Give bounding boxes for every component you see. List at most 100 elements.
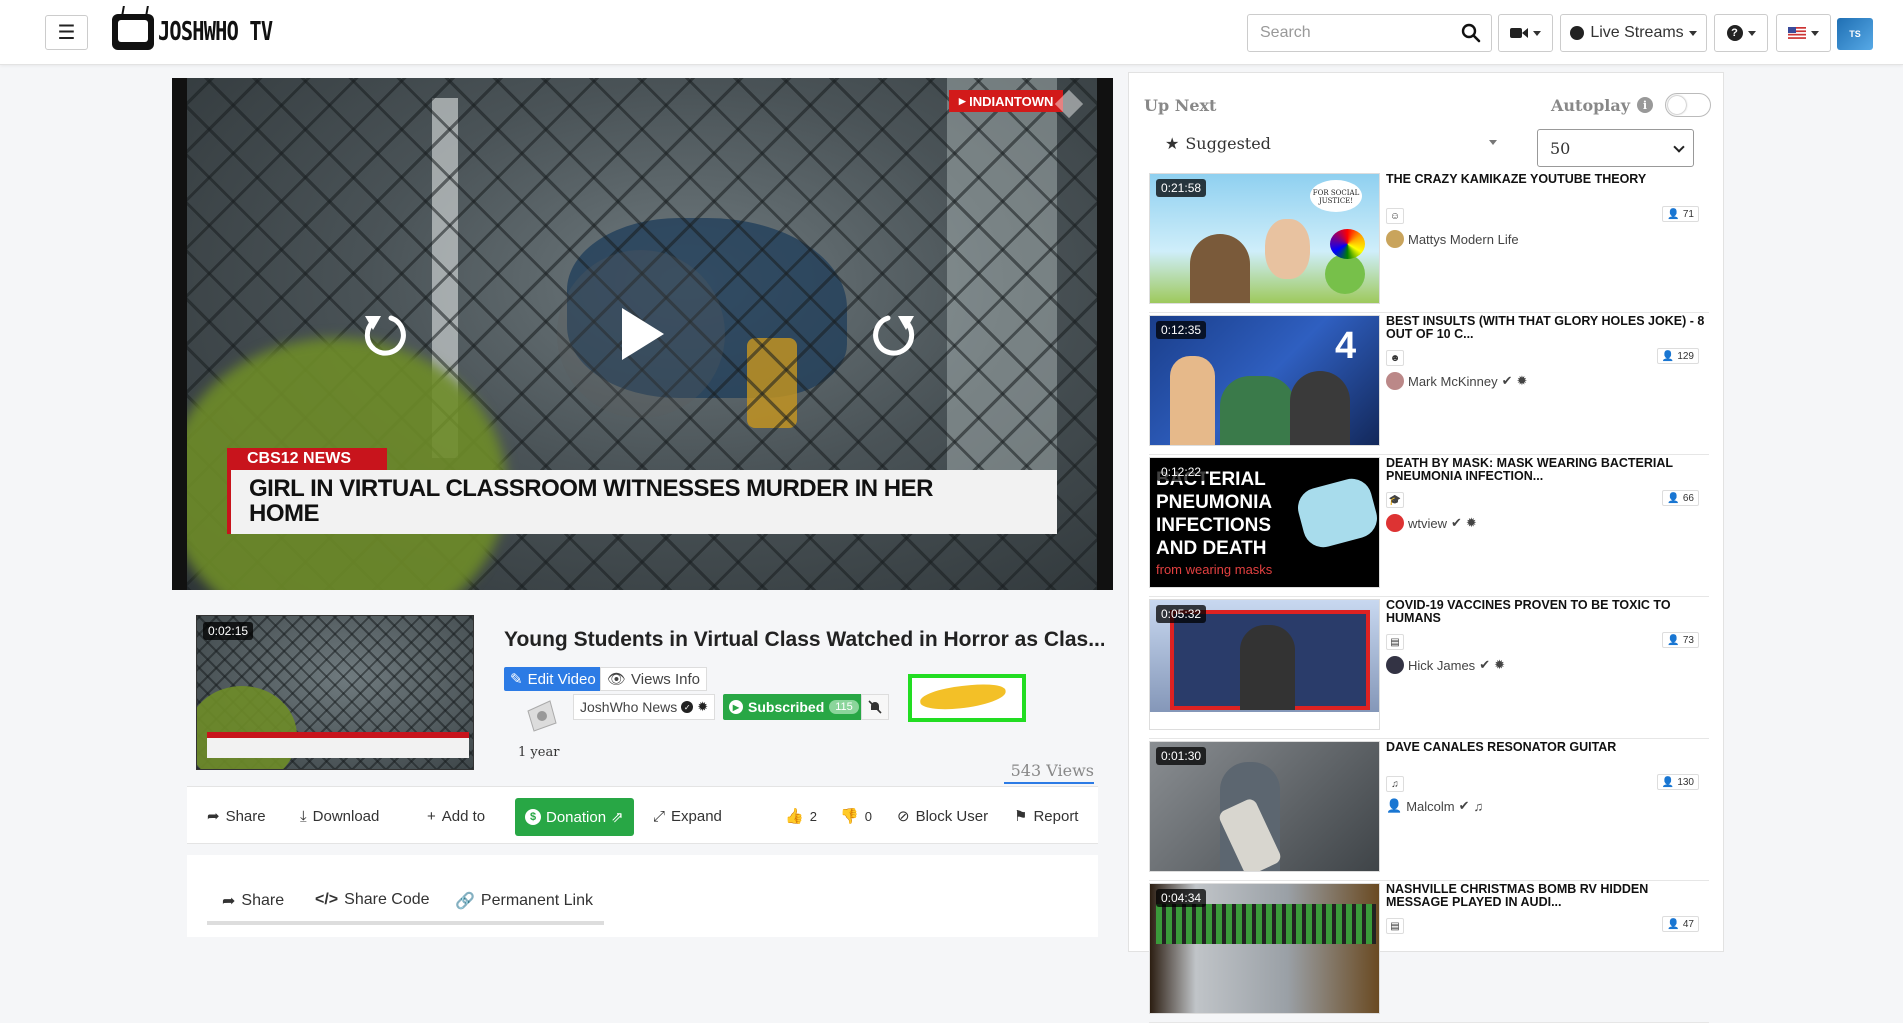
like-button[interactable]: 👍 2	[785, 787, 817, 845]
user-icon: 👤	[1661, 350, 1675, 362]
menu-button[interactable]: ☰	[45, 15, 88, 50]
view-count-badge: 👤 66	[1662, 490, 1699, 506]
user-icon: 👤	[1661, 776, 1675, 788]
author-avatar	[1386, 514, 1404, 532]
list-item[interactable]: BACTERIAL PNEUMONIA INFECTIONS AND DEATH…	[1149, 457, 1709, 597]
item-title[interactable]: THE CRAZY KAMIKAZE YOUTUBE THEORY	[1386, 173, 1706, 186]
item-title[interactable]: DEATH BY MASK: MASK WEARING BACTERIAL PN…	[1386, 457, 1706, 483]
author-avatar	[1386, 230, 1404, 248]
item-title[interactable]: COVID-19 VACCINES PROVEN TO BE TOXIC TO …	[1386, 599, 1706, 625]
chevron-down-icon[interactable]	[1489, 140, 1497, 145]
duration-badge: 0:04:34	[1156, 889, 1207, 907]
tv-logo-icon	[112, 14, 154, 50]
video-title: Young Students in Virtual Class Watched …	[504, 628, 1104, 651]
channel-logo[interactable]	[520, 697, 562, 735]
badge-icon: ✹	[697, 699, 709, 714]
add-to-button[interactable]: + Add to	[427, 787, 485, 845]
language-button[interactable]	[1776, 14, 1831, 52]
download-button[interactable]: ⤓ Download	[300, 787, 379, 845]
tab-underline	[207, 921, 604, 925]
item-author[interactable]: Hick James ✔ ✹	[1386, 656, 1505, 674]
news-headline: GIRL IN VIRTUAL CLASSROOM WITNESSES MURD…	[249, 475, 933, 527]
tab-permanent-link[interactable]: 🔗 Permanent Link	[455, 891, 593, 911]
view-count[interactable]: 543 Views	[1004, 761, 1094, 784]
video-thumbnail[interactable]: 0:04:34	[1149, 883, 1380, 1014]
user-icon: 👤	[1667, 634, 1680, 646]
video-thumbnail[interactable]: 0:01:30	[1149, 741, 1380, 872]
edit-video-button[interactable]: ✎ Edit Video	[504, 667, 602, 691]
link-icon: 🔗	[455, 893, 475, 910]
block-user-button[interactable]: ⊘ Block User	[897, 787, 988, 845]
verified-icon: ✔	[1479, 657, 1491, 672]
video-thumbnail[interactable]: 0:02:15	[196, 615, 474, 770]
view-count-badge: 👤 129	[1656, 348, 1699, 364]
verified-icon: ✔	[1451, 515, 1462, 530]
subscribed-button[interactable]: ▶ Subscribed 115	[723, 694, 865, 720]
search-icon[interactable]	[1461, 23, 1481, 43]
list-item[interactable]: 0:04:34 NASHVILLE CHRISTMAS BOMB RV HIDD…	[1149, 883, 1709, 1023]
eye-icon: 👁	[607, 671, 627, 688]
tab-share-code[interactable]: </> Share Code	[315, 891, 430, 909]
thumb-subtext: from wearing masks	[1156, 562, 1273, 577]
view-count-badge: 👤 47	[1662, 916, 1699, 932]
expand-button[interactable]: ⤢ Expand	[653, 787, 722, 845]
play-button[interactable]	[557, 250, 725, 418]
duration-badge: 0:01:30	[1156, 747, 1207, 765]
sort-dropdown[interactable]: ★ Suggested	[1165, 134, 1271, 153]
item-author[interactable]: Mark McKinney ✔ ✹	[1386, 372, 1527, 390]
search-input[interactable]	[1260, 24, 1450, 42]
download-icon: ⤓	[300, 807, 307, 825]
video-player[interactable]: ▸ INDIANTOWN CBS12 NEWS GIRL IN VIRTUAL …	[172, 78, 1113, 590]
item-title[interactable]: NASHVILLE CHRISTMAS BOMB RV HIDDEN MESSA…	[1386, 883, 1706, 909]
play-icon	[622, 308, 664, 360]
notification-toggle[interactable]	[861, 694, 889, 720]
video-thumbnail[interactable]: 4 0:12:35	[1149, 315, 1380, 446]
item-author[interactable]: Mattys Modern Life	[1386, 230, 1519, 248]
user-icon: 👤	[1667, 918, 1680, 930]
search-box	[1247, 14, 1492, 52]
video-camera-icon	[1510, 28, 1528, 38]
us-flag-icon	[1788, 27, 1806, 39]
live-streams-label: Live Streams	[1590, 24, 1684, 41]
navbar: ☰ JOSHWHO TV Live Streams ? TS	[0, 0, 1903, 65]
list-item[interactable]: 0:01:30 DAVE CANALES RESONATOR GUITAR ♫ …	[1149, 741, 1709, 881]
user-icon: 👤	[1667, 492, 1680, 504]
news-brand: CBS12 NEWS	[227, 448, 387, 470]
item-author[interactable]: 👤 Malcolm ✔ ♫	[1386, 798, 1483, 814]
music-icon: ♫	[1473, 798, 1484, 814]
user-avatar[interactable]: TS	[1837, 18, 1873, 50]
live-streams-button[interactable]: Live Streams	[1560, 14, 1707, 52]
list-item[interactable]: FOR SOCIAL JUSTICE! 0:21:58 THE CRAZY KA…	[1149, 173, 1709, 313]
forward-icon[interactable]	[868, 306, 924, 362]
views-info-button[interactable]: 👁 Views Info	[600, 667, 707, 691]
duration-badge: 0:02:15	[203, 622, 254, 640]
report-button[interactable]: ⚑ Report	[1014, 787, 1078, 845]
view-count-badge: 👤 71	[1662, 206, 1699, 222]
item-title[interactable]: BEST INSULTS (WITH THAT GLORY HOLES JOKE…	[1386, 315, 1706, 341]
list-item[interactable]: 4 0:12:35 BEST INSULTS (WITH THAT GLORY …	[1149, 315, 1709, 455]
subscriber-count: 115	[829, 700, 859, 714]
help-button[interactable]: ?	[1714, 14, 1768, 52]
video-thumbnail[interactable]: BACTERIAL PNEUMONIA INFECTIONS AND DEATH…	[1149, 457, 1380, 588]
user-icon: 👤	[1667, 208, 1680, 220]
donation-button[interactable]: $ Donation ⇗	[515, 798, 634, 836]
tab-share[interactable]: ➦ Share	[222, 891, 284, 911]
upload-age: 1 year	[518, 745, 560, 760]
video-thumbnail[interactable]: 0:05:32	[1149, 599, 1380, 730]
rewind-icon[interactable]	[355, 306, 411, 362]
up-next-heading: Up Next	[1144, 96, 1217, 115]
dislike-button[interactable]: 👎 0	[840, 787, 872, 845]
video-thumbnail[interactable]: FOR SOCIAL JUSTICE! 0:21:58	[1149, 173, 1380, 304]
share-button[interactable]: ➦ Share	[207, 787, 266, 845]
video-menu-button[interactable]	[1498, 14, 1553, 52]
badge-icon: ✹	[1494, 657, 1505, 672]
site-logo[interactable]: JOSHWHO TV	[112, 8, 305, 56]
channel-name[interactable]: JoshWho News ✓ ✹	[573, 694, 716, 720]
list-item[interactable]: 0:05:32 COVID-19 VACCINES PROVEN TO BE T…	[1149, 599, 1709, 739]
autoplay-toggle[interactable]	[1665, 93, 1711, 117]
item-author[interactable]: wtview ✔ ✹	[1386, 514, 1477, 532]
item-title[interactable]: DAVE CANALES RESONATOR GUITAR	[1386, 741, 1706, 754]
limit-select[interactable]: 50	[1537, 129, 1694, 167]
info-icon[interactable]: i	[1637, 97, 1653, 113]
view-count-badge: 👤 73	[1662, 632, 1699, 648]
